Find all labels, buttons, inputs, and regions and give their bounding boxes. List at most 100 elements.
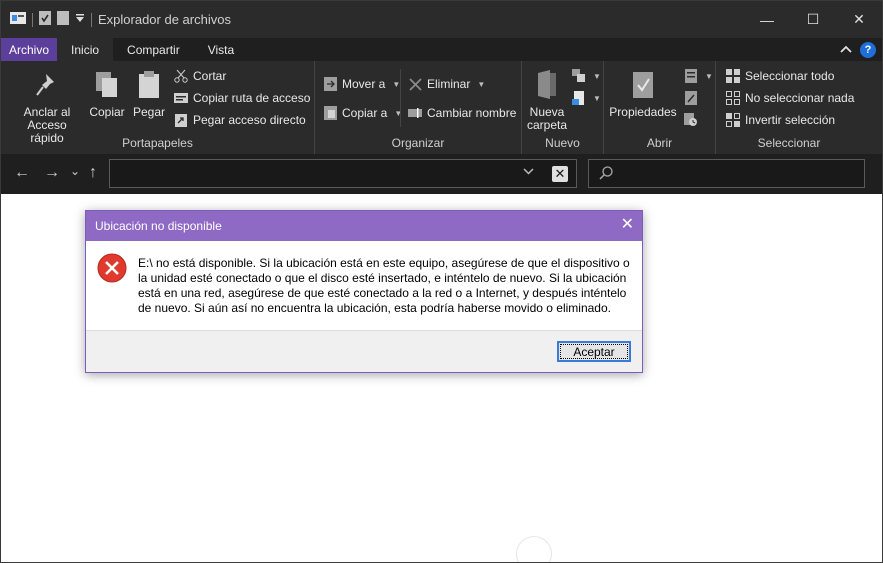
copy-label: Copiar [89,105,125,119]
chevron-down-icon: ▼ [593,93,601,103]
copy-button[interactable]: Copiar [87,69,127,119]
open-icon [684,69,698,83]
select-none-icon [726,91,740,105]
invert-selection-button[interactable]: Invertir selección [726,113,835,127]
new-folder-label-line2: carpeta [526,118,568,132]
group-abrir: Propiedades ▼ Abrir [604,61,716,154]
pin-quick-access-button[interactable]: Anclar al Acceso rápido [9,69,85,145]
minimize-button[interactable]: — [744,1,790,38]
open-button[interactable]: ▼ [684,69,713,83]
select-none-label: No seleccionar nada [745,91,855,105]
forward-arrow-icon[interactable]: → [44,164,60,182]
address-history-chevron-icon[interactable] [523,166,534,178]
tab-vista[interactable]: Vista [194,38,248,61]
divider [400,69,401,127]
tab-archivo[interactable]: Archivo [1,38,58,61]
dialog-close-button[interactable]: ✕ [621,217,634,233]
address-bar[interactable]: ✕ [109,159,577,188]
history-icon [684,113,698,127]
paste-shortcut-button[interactable]: Pegar acceso directo [174,113,306,127]
move-to-label: Mover a [342,77,386,91]
dialog-message: E:\ no está disponible. Si la ubicación … [138,256,630,315]
properties-icon[interactable] [39,11,51,28]
tab-inicio[interactable]: Inicio [57,38,114,61]
dialog-title: Ubicación no disponible [95,219,222,233]
edit-icon [684,91,698,105]
invert-selection-label: Invertir selección [745,113,836,127]
chevron-down-icon: ▼ [705,71,713,81]
cut-button[interactable]: Cortar [174,69,226,83]
explorer-app-icon[interactable] [10,11,26,28]
back-arrow-icon[interactable]: ← [14,164,30,182]
ribbon-tabs: Archivo Inicio Compartir Vista ? [1,38,882,61]
ribbon-right-controls: ? [840,40,876,59]
copy-to-button[interactable]: Copiar a ▼ [323,106,402,120]
customize-dropdown-icon[interactable] [75,12,85,27]
maximize-button[interactable]: ☐ [790,1,836,38]
accept-button[interactable]: Aceptar [557,341,631,362]
group-nuevo: Nueva carpeta ▼ ▼ Nuevo [522,61,604,154]
location-unavailable-dialog: Ubicación no disponible ✕ E:\ no está di… [85,210,643,373]
divider [32,12,33,27]
dialog-title-bar: Ubicación no disponible ✕ [86,211,642,241]
tab-compartir[interactable]: Compartir [113,38,194,61]
edit-button[interactable] [684,91,698,105]
history-button[interactable] [684,113,698,127]
clear-address-icon[interactable]: ✕ [552,166,568,182]
search-box[interactable] [588,159,865,188]
divider [91,12,92,27]
select-all-label: Seleccionar todo [745,69,835,83]
properties-button[interactable]: Propiedades [608,69,678,119]
dialog-footer: Aceptar [86,330,642,372]
select-none-button[interactable]: No seleccionar nada [726,91,854,105]
collapse-ribbon-icon[interactable] [840,43,852,57]
select-all-icon [726,69,740,83]
cut-label: Cortar [193,69,227,83]
paste-button[interactable]: Pegar [131,69,167,119]
navigation-bar: ← → ⌄ ↑ ✕ [1,154,882,194]
search-icon [599,166,613,183]
delete-button[interactable]: Eliminar ▼ [408,77,485,91]
rename-label: Cambiar nombre [427,106,517,120]
scissors-icon [174,69,188,83]
properties-label: Propiedades [609,105,677,119]
copy-to-label: Copiar a [342,106,388,120]
new-folder-icon [532,69,562,101]
copy-icon [92,69,122,101]
group-portapapeles: Anclar al Acceso rápido Copiar Pegar Cor… [1,61,315,154]
paste-label: Pegar [132,105,166,119]
rename-button[interactable]: Cambiar nombre [408,106,516,120]
new-item-button[interactable]: ▼ [572,69,601,83]
copy-to-icon [323,106,337,120]
group-label-abrir: Abrir [646,136,673,150]
copy-path-label: Copiar ruta de acceso [193,91,311,105]
group-label-portapapeles: Portapapeles [122,136,193,150]
copy-path-button[interactable]: Copiar ruta de acceso [174,91,310,105]
new-folder-button[interactable]: Nueva carpeta [526,69,568,132]
paste-shortcut-label: Pegar acceso directo [193,113,306,127]
rename-icon [408,106,422,120]
new-folder-icon[interactable] [57,11,69,28]
loading-circle [516,536,552,562]
ribbon: Anclar al Acceso rápido Copiar Pegar Cor… [1,61,882,154]
group-label-nuevo: Nuevo [545,136,580,150]
group-label-seleccionar: Seleccionar [757,136,821,150]
paste-icon [134,69,164,101]
easy-access-icon [572,91,586,105]
delete-icon [408,77,422,91]
group-label-organizar: Organizar [391,136,445,150]
up-arrow-icon[interactable]: ↑ [89,164,97,182]
move-to-icon [323,77,337,91]
close-button[interactable]: ✕ [836,1,882,38]
recent-locations-chevron-icon[interactable]: ⌄ [70,164,80,178]
quick-access-toolbar [1,1,92,38]
paste-shortcut-icon [174,113,188,127]
window-title: Explorador de archivos [98,12,231,27]
properties-icon [628,69,658,101]
title-bar: Explorador de archivos — ☐ ✕ [1,1,882,38]
help-icon[interactable]: ? [860,41,876,58]
move-to-button[interactable]: Mover a ▼ [323,77,400,91]
easy-access-button[interactable]: ▼ [572,91,601,105]
select-all-button[interactable]: Seleccionar todo [726,69,834,83]
group-seleccionar: Seleccionar todo No seleccionar nada Inv… [716,61,862,154]
